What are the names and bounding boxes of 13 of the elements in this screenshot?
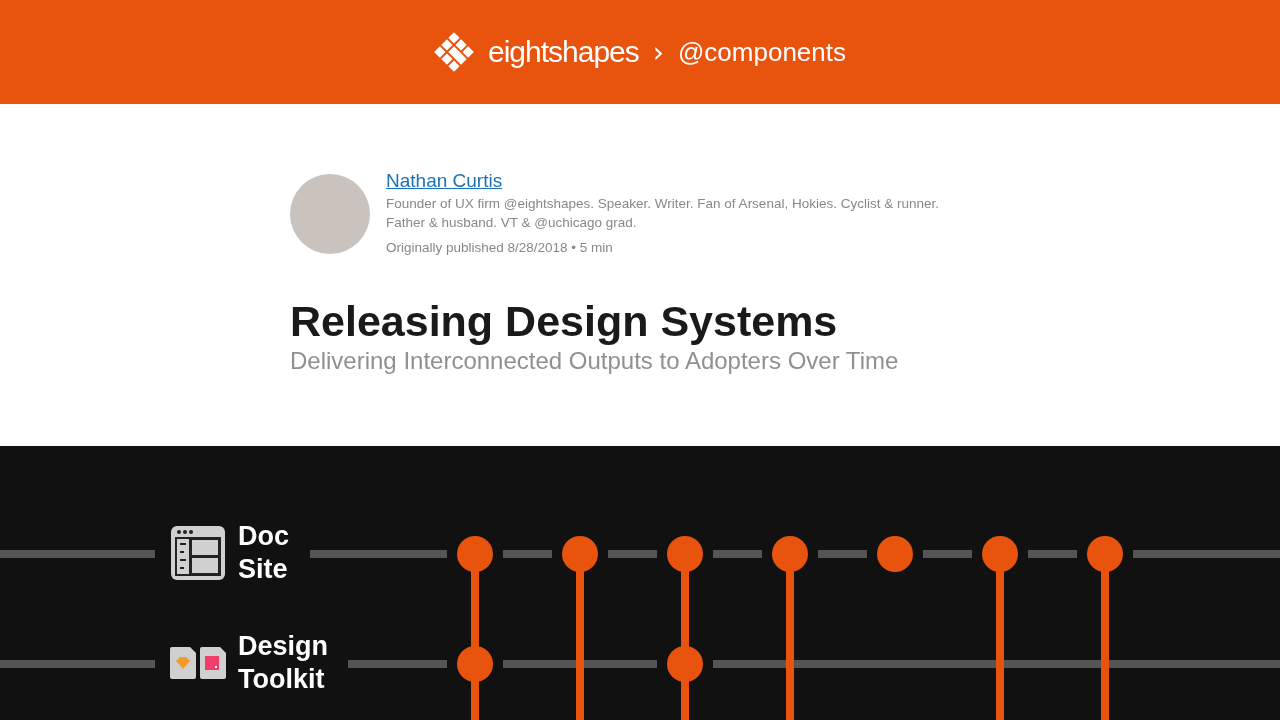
track-label: Doc Site — [238, 520, 290, 586]
publish-info: Originally published 8/28/2018 • 5 min — [386, 240, 614, 255]
article-subtitle: Delivering Interconnected Outputs to Adopters Over Time — [290, 347, 900, 375]
diamond-grid-logo-icon — [433, 32, 474, 72]
brand-name[interactable]: eightshapes — [487, 35, 639, 69]
breadcrumb-separator: › — [652, 35, 664, 69]
author-link[interactable]: Nathan Curtis — [386, 170, 503, 192]
track-label: Design Toolkit — [238, 630, 330, 696]
section-name[interactable]: @components — [677, 36, 846, 68]
design-files-icon — [170, 647, 226, 679]
browser-layout-icon — [170, 525, 226, 581]
author-bio: Founder of UX firm @eightshapes. Speaker. Writer. Fan of Arsenal, Hokies. Cyclist & runner. Father & husband. VT & @uchicago grad. — [386, 195, 940, 232]
article-title: Releasing Design Systems — [290, 296, 839, 347]
